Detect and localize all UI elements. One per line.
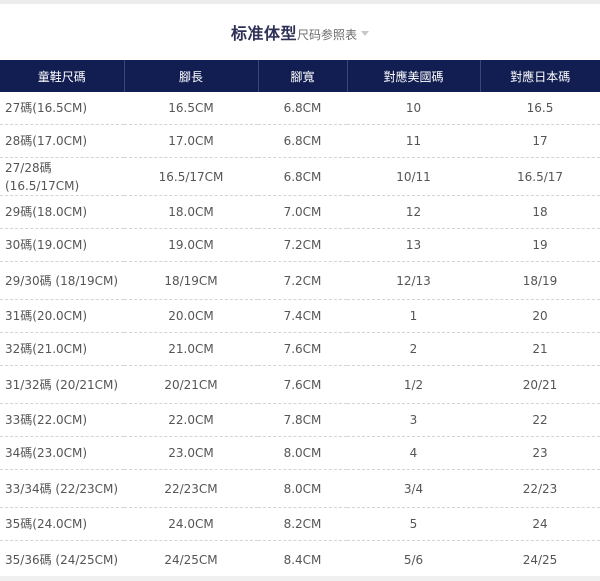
table-cell: 7.0CM bbox=[258, 195, 347, 229]
table-cell: 23.0CM bbox=[124, 436, 258, 470]
table-cell: 32碼(21.0CM) bbox=[0, 332, 124, 366]
table-cell: 20/21CM bbox=[124, 365, 258, 404]
table-cell: 16.5CM bbox=[124, 92, 258, 125]
table-row: 31/32碼 (20/21CM) 20/21CM 7.6CM 1/2 20/21 bbox=[0, 365, 600, 404]
table-row: 28碼(17.0CM) 17.0CM 6.8CM 11 17 bbox=[0, 124, 600, 158]
table-cell: 33/34碼 (22/23CM) bbox=[0, 469, 124, 508]
top-divider bbox=[0, 0, 600, 4]
table-cell: 18.0CM bbox=[124, 195, 258, 229]
size-chart-page: 标准体型尺码参照表 童鞋尺碼 腳長 腳寬 對應美國碼 對應日本碼 27碼(16.5CM)… bbox=[0, 0, 600, 581]
table-cell: 22/23 bbox=[480, 469, 600, 508]
table-cell: 19 bbox=[480, 228, 600, 262]
table-cell: 5/6 bbox=[347, 540, 480, 579]
table-cell: 34碼(23.0CM) bbox=[0, 436, 124, 470]
table-cell: 18 bbox=[480, 195, 600, 229]
table-cell: 12 bbox=[347, 195, 480, 229]
table-cell: 22/23CM bbox=[124, 469, 258, 508]
table-cell: 10 bbox=[347, 92, 480, 125]
table-cell: 16.5/17CM bbox=[124, 157, 258, 196]
size-table: 童鞋尺碼 腳長 腳寬 對應美國碼 對應日本碼 27碼(16.5CM) 16.5CM 6.8C… bbox=[0, 60, 600, 579]
table-cell: 16.5 bbox=[480, 92, 600, 125]
table-row: 32碼(21.0CM) 21.0CM 7.6CM 2 21 bbox=[0, 332, 600, 366]
column-header: 對應日本碼 bbox=[479, 60, 600, 92]
table-cell: 30碼(19.0CM) bbox=[0, 228, 124, 262]
table-cell: 8.0CM bbox=[258, 469, 347, 508]
table-cell: 5 bbox=[347, 507, 480, 541]
table-cell: 7.8CM bbox=[258, 403, 347, 437]
table-cell: 35碼(24.0CM) bbox=[0, 507, 124, 541]
table-cell: 27/28碼 (16.5/17CM) bbox=[0, 157, 124, 196]
column-header: 童鞋尺碼 bbox=[0, 60, 124, 92]
table-cell: 27碼(16.5CM) bbox=[0, 92, 124, 125]
chart-title: 标准体型尺码参照表 bbox=[0, 22, 600, 47]
column-header: 腳寬 bbox=[257, 60, 347, 92]
table-cell: 1/2 bbox=[347, 365, 480, 404]
table-row: 31碼(20.0CM) 20.0CM 7.4CM 1 20 bbox=[0, 299, 600, 333]
table-cell: 6.8CM bbox=[258, 92, 347, 125]
table-cell: 7.6CM bbox=[258, 332, 347, 366]
table-row: 33/34碼 (22/23CM) 22/23CM 8.0CM 3/4 22/23 bbox=[0, 469, 600, 508]
table-cell: 24/25CM bbox=[124, 540, 258, 579]
table-cell: 7.2CM bbox=[258, 261, 347, 300]
table-cell: 33碼(22.0CM) bbox=[0, 403, 124, 437]
table-cell: 28碼(17.0CM) bbox=[0, 124, 124, 158]
table-cell: 18/19CM bbox=[124, 261, 258, 300]
column-header: 腳長 bbox=[123, 60, 258, 92]
table-row: 35碼(24.0CM) 24.0CM 8.2CM 5 24 bbox=[0, 507, 600, 541]
table-cell: 24 bbox=[480, 507, 600, 541]
table-cell: 21 bbox=[480, 332, 600, 366]
table-cell: 1 bbox=[347, 299, 480, 333]
table-row: 35/36碼 (24/25CM) 24/25CM 8.4CM 5/6 24/25 bbox=[0, 540, 600, 579]
table-cell: 17 bbox=[480, 124, 600, 158]
table-cell: 24.0CM bbox=[124, 507, 258, 541]
table-cell: 8.2CM bbox=[258, 507, 347, 541]
table-cell: 3/4 bbox=[347, 469, 480, 508]
table-cell: 20.0CM bbox=[124, 299, 258, 333]
table-cell: 20/21 bbox=[480, 365, 600, 404]
table-cell: 13 bbox=[347, 228, 480, 262]
table-row: 29碼(18.0CM) 18.0CM 7.0CM 12 18 bbox=[0, 195, 600, 229]
title-sub: 尺码参照表 bbox=[297, 28, 358, 42]
table-cell: 11 bbox=[347, 124, 480, 158]
table-cell: 22 bbox=[480, 403, 600, 437]
table-cell: 35/36碼 (24/25CM) bbox=[0, 540, 124, 579]
table-cell: 31碼(20.0CM) bbox=[0, 299, 124, 333]
table-cell: 6.8CM bbox=[258, 124, 347, 158]
table-cell: 22.0CM bbox=[124, 403, 258, 437]
table-cell: 8.0CM bbox=[258, 436, 347, 470]
chevron-down-icon bbox=[361, 31, 370, 36]
table-cell: 10/11 bbox=[347, 157, 480, 196]
table-row: 33碼(22.0CM) 22.0CM 7.8CM 3 22 bbox=[0, 403, 600, 437]
table-cell: 7.2CM bbox=[258, 228, 347, 262]
table-cell: 24/25 bbox=[480, 540, 600, 579]
table-header-row: 童鞋尺碼 腳長 腳寬 對應美國碼 對應日本碼 bbox=[0, 60, 600, 92]
table-cell: 29/30碼 (18/19CM) bbox=[0, 261, 124, 300]
table-cell: 7.6CM bbox=[258, 365, 347, 404]
table-cell: 6.8CM bbox=[258, 157, 347, 196]
table-cell: 18/19 bbox=[480, 261, 600, 300]
table-cell: 19.0CM bbox=[124, 228, 258, 262]
table-cell: 3 bbox=[347, 403, 480, 437]
table-cell: 23 bbox=[480, 436, 600, 470]
table-cell: 20 bbox=[480, 299, 600, 333]
table-cell: 31/32碼 (20/21CM) bbox=[0, 365, 124, 404]
title-main: 标准体型 bbox=[230, 24, 297, 43]
table-cell: 16.5/17 bbox=[480, 157, 600, 196]
table-cell: 2 bbox=[347, 332, 480, 366]
table-row: 27/28碼 (16.5/17CM) 16.5/17CM 6.8CM 10/11 16.… bbox=[0, 157, 600, 196]
table-row: 29/30碼 (18/19CM) 18/19CM 7.2CM 12/13 18/19 bbox=[0, 261, 600, 300]
column-header: 對應美國碼 bbox=[346, 60, 480, 92]
table-cell: 8.4CM bbox=[258, 540, 347, 579]
table-body: 27碼(16.5CM) 16.5CM 6.8CM 10 16.5 28碼(17.0CM) 1… bbox=[0, 92, 600, 579]
table-cell: 7.4CM bbox=[258, 299, 347, 333]
table-row: 27碼(16.5CM) 16.5CM 6.8CM 10 16.5 bbox=[0, 92, 600, 125]
table-row: 30碼(19.0CM) 19.0CM 7.2CM 13 19 bbox=[0, 228, 600, 262]
table-row: 34碼(23.0CM) 23.0CM 8.0CM 4 23 bbox=[0, 436, 600, 470]
table-cell: 12/13 bbox=[347, 261, 480, 300]
table-cell: 17.0CM bbox=[124, 124, 258, 158]
table-cell: 21.0CM bbox=[124, 332, 258, 366]
bottom-divider bbox=[0, 576, 600, 581]
table-cell: 4 bbox=[347, 436, 480, 470]
table-cell: 29碼(18.0CM) bbox=[0, 195, 124, 229]
